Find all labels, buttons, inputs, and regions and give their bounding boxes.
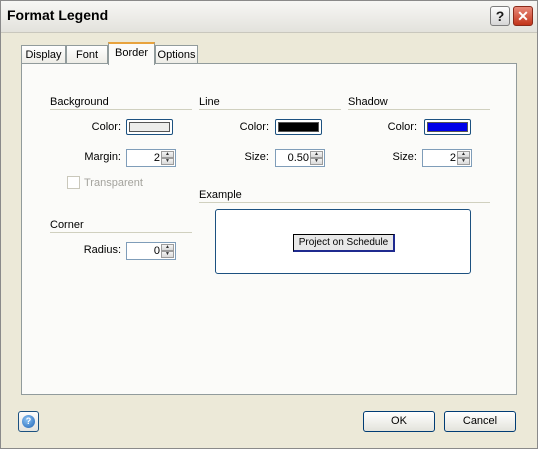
tab-border[interactable]: Border bbox=[108, 42, 155, 65]
ok-button[interactable]: OK bbox=[363, 411, 435, 432]
line-size-stepper[interactable]: 0.50 ▲ ▼ bbox=[275, 149, 325, 167]
corner-section-title: Corner bbox=[50, 219, 84, 231]
margin-label: Margin: bbox=[84, 151, 121, 163]
close-icon: ✕ bbox=[517, 8, 529, 24]
divider bbox=[50, 232, 192, 233]
help-icon: ? bbox=[22, 415, 35, 428]
format-legend-dialog: Format Legend ? ✕ Display Font Border Op… bbox=[0, 0, 538, 449]
example-preview: Project on Schedule bbox=[215, 209, 471, 274]
divider bbox=[348, 109, 490, 110]
shadow-size-value: 2 bbox=[449, 152, 456, 164]
cancel-button[interactable]: Cancel bbox=[444, 411, 516, 432]
example-section-title: Example bbox=[199, 189, 242, 201]
tab-font[interactable]: Font bbox=[66, 45, 108, 64]
title-bar[interactable]: Format Legend ? ✕ bbox=[1, 1, 537, 33]
tab-display[interactable]: Display bbox=[21, 45, 66, 64]
shadow-color-picker[interactable] bbox=[424, 119, 471, 135]
background-color-swatch bbox=[129, 122, 170, 132]
help-button[interactable]: ? bbox=[18, 411, 39, 432]
tab-label: Display bbox=[25, 49, 62, 61]
radius-label: Radius: bbox=[83, 244, 121, 256]
line-color-label: Color: bbox=[239, 121, 269, 133]
line-size-value: 0.50 bbox=[287, 152, 309, 164]
transparent-label: Transparent bbox=[84, 177, 143, 189]
background-color-label: Color: bbox=[91, 121, 121, 133]
line-color-swatch bbox=[278, 122, 319, 132]
tab-options[interactable]: Options bbox=[155, 45, 198, 64]
line-color-picker[interactable] bbox=[275, 119, 322, 135]
background-color-picker[interactable] bbox=[126, 119, 173, 135]
shadow-size-label: Size: bbox=[392, 151, 417, 163]
radius-value: 0 bbox=[153, 245, 160, 257]
shadow-color-swatch bbox=[427, 122, 468, 132]
shadow-size-stepper[interactable]: 2 ▲ ▼ bbox=[422, 149, 472, 167]
spin-down-icon[interactable]: ▼ bbox=[310, 158, 323, 165]
tab-label: Font bbox=[75, 49, 98, 61]
radius-stepper[interactable]: 0 ▲ ▼ bbox=[126, 242, 176, 260]
help-titlebar-button[interactable]: ? bbox=[490, 6, 510, 26]
tab-label: Options bbox=[157, 49, 196, 61]
divider bbox=[199, 202, 490, 203]
close-button[interactable]: ✕ bbox=[513, 6, 533, 26]
shadow-color-label: Color: bbox=[387, 121, 417, 133]
spin-up-icon[interactable]: ▲ bbox=[161, 151, 174, 158]
margin-value: 2 bbox=[153, 152, 160, 164]
line-section-title: Line bbox=[199, 96, 220, 108]
tab-label: Border bbox=[114, 47, 149, 59]
margin-stepper[interactable]: 2 ▲ ▼ bbox=[126, 149, 176, 167]
question-icon: ? bbox=[495, 8, 505, 24]
example-legend-label: Project on Schedule bbox=[293, 234, 395, 252]
window-title: Format Legend bbox=[7, 7, 109, 23]
dialog-client-area: Display Font Border Options Background C… bbox=[1, 33, 537, 448]
spin-down-icon[interactable]: ▼ bbox=[161, 251, 174, 258]
transparent-checkbox[interactable] bbox=[67, 176, 80, 189]
spin-down-icon[interactable]: ▼ bbox=[161, 158, 174, 165]
divider bbox=[50, 109, 192, 110]
background-section-title: Background bbox=[50, 96, 109, 108]
spin-up-icon[interactable]: ▲ bbox=[161, 244, 174, 251]
spin-up-icon[interactable]: ▲ bbox=[310, 151, 323, 158]
shadow-section-title: Shadow bbox=[348, 96, 388, 108]
divider bbox=[199, 109, 341, 110]
spin-up-icon[interactable]: ▲ bbox=[457, 151, 470, 158]
spin-down-icon[interactable]: ▼ bbox=[457, 158, 470, 165]
line-size-label: Size: bbox=[244, 151, 269, 163]
